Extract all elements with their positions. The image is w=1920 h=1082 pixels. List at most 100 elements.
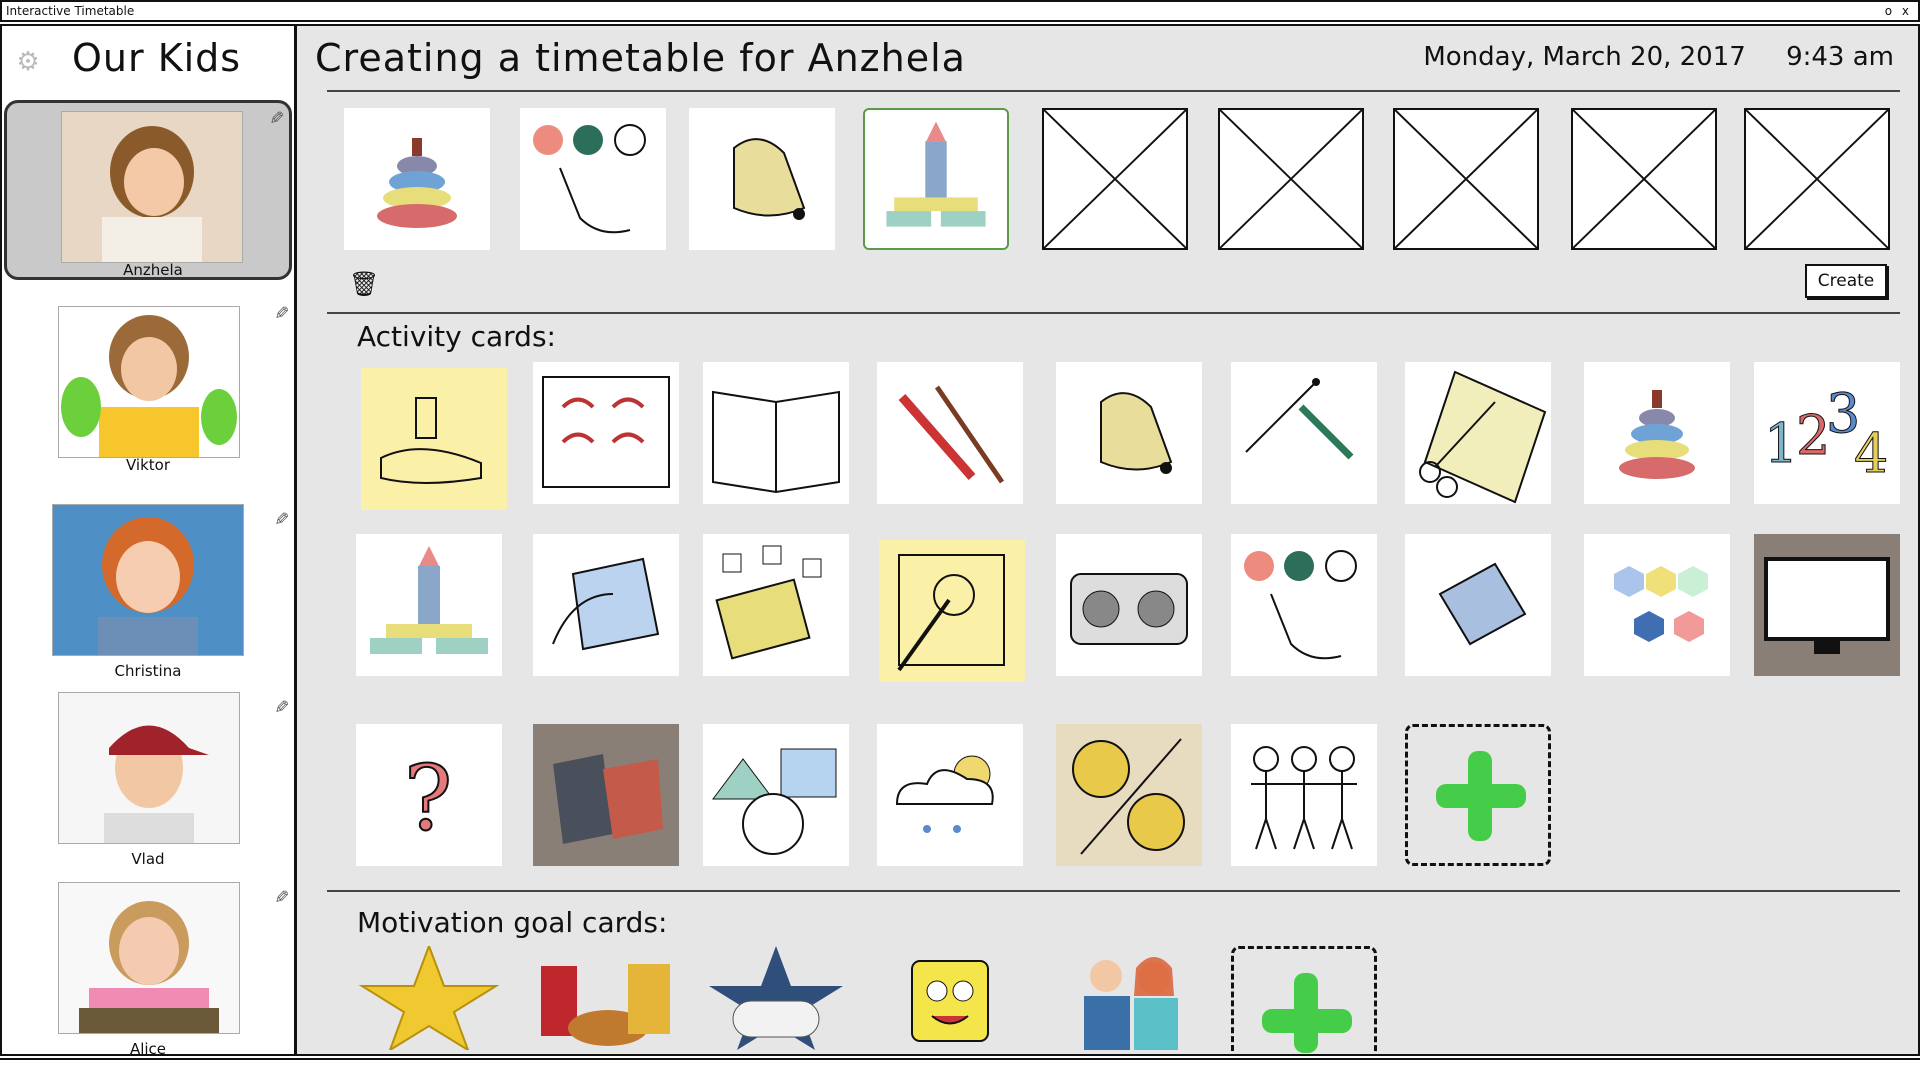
activity-card[interactable] [1231,724,1377,866]
empty-slot-icon [1746,110,1888,248]
activity-card[interactable] [1056,534,1202,676]
activity-card[interactable] [1231,362,1377,504]
timetable-slot-9[interactable] [1744,108,1890,250]
smile-sad-icon [1072,738,1185,855]
activity-card[interactable] [533,724,679,866]
activity-card[interactable] [1231,534,1377,676]
tablet-icon [1438,562,1527,646]
divider [327,890,1900,892]
main-panel: Creating a timetable for Anzhela Monday,… [297,26,1918,1054]
hexagons-icon [1614,566,1708,642]
timetable-slot-6[interactable] [1218,108,1364,250]
motivation-cards-label: Motivation goal cards: [357,906,668,939]
activity-card[interactable] [1584,362,1730,504]
book-icon [712,390,840,494]
puzzle-icon [553,754,663,844]
activity-card[interactable] [877,362,1023,504]
kid-name: Viktor [125,456,170,474]
bell-icon [1100,392,1173,474]
gear-icon[interactable]: ⚙ [14,48,42,76]
timetable-slot-7[interactable] [1393,108,1539,250]
timetable-slot-1[interactable] [344,108,490,250]
motivation-card[interactable] [533,946,679,1050]
bell-icon [733,138,806,220]
page-title: Creating a timetable for Anzhela [315,36,966,80]
activity-card[interactable] [877,724,1023,866]
activity-card[interactable] [1405,534,1551,676]
activity-card[interactable] [1056,362,1202,504]
sponge-cartoon-icon [911,960,989,1042]
activity-card[interactable] [533,534,679,676]
kid-anzhela[interactable]: Anzhela ✎ [4,100,292,280]
motivation-card[interactable] [877,946,1023,1050]
window-controls[interactable]: o x [1885,2,1912,20]
activity-card[interactable] [361,368,507,510]
timetable-slot-5[interactable] [1042,108,1188,250]
hands-icon [380,397,482,484]
kid-viktor[interactable]: Viktor ✎ [2,298,294,478]
avatar [61,111,243,263]
star-icon [358,946,500,1050]
avatar [58,692,240,844]
tower-icon [886,121,986,227]
motivation-card[interactable] [1056,946,1202,1050]
motivation-card[interactable] [356,946,502,1050]
kids-sidebar: ⚙ Our Kids Anzhela ✎ Viktor ✎ Christina … [2,26,297,1058]
shapes-icon [712,748,837,855]
empty-slot-icon [1220,110,1362,248]
fast-food-icon [541,964,670,1046]
numbers-icon: 1234 [1764,382,1889,486]
trash-icon[interactable]: 🗑 [349,270,379,298]
activity-card[interactable]: 1234 [1754,362,1900,504]
motivation-card[interactable] [703,946,849,1050]
plus-icon [1436,784,1526,808]
activity-card[interactable] [356,534,502,676]
kid-christina[interactable]: Christina ✎ [2,504,294,684]
activity-card[interactable]: ? [356,724,502,866]
activity-card[interactable] [703,534,849,676]
parents-icon [1084,957,1178,1050]
activity-card[interactable] [1405,362,1551,504]
timetable-slot-2[interactable] [520,108,666,250]
add-motivation-card-button[interactable] [1231,946,1377,1053]
pyramid-icon [377,138,457,228]
activity-card[interactable] [533,362,679,504]
color-dots-icon [1244,550,1357,660]
letter-blocks-icon [715,545,822,660]
plus-icon [1262,1009,1352,1033]
timetable-slot-4[interactable] [863,108,1009,250]
kid-name: Christina [114,662,182,680]
empty-slot-icon [1044,110,1186,248]
scissors-icon [1419,370,1547,504]
empty-slot-icon [1573,110,1715,248]
datetime: Monday, March 20, 2017 9:43 am [1391,42,1894,72]
tower-icon [370,546,488,654]
kid-alice[interactable]: Alice ✎ [2,882,294,1062]
activity-card[interactable] [1754,534,1900,676]
lacing-board-icon [542,376,670,488]
activity-card[interactable] [1584,534,1730,676]
color-dots-icon [533,124,646,234]
edit-icon[interactable]: ✎ [265,110,286,125]
activity-card[interactable] [1056,724,1202,866]
timetable-slot-8[interactable] [1571,108,1717,250]
current-time: 9:43 am [1786,42,1894,72]
pyramid-icon [1619,390,1695,479]
create-button[interactable]: Create [1805,264,1887,298]
empty-slot-icon [1395,110,1537,248]
activity-card[interactable] [703,362,849,504]
edit-icon[interactable]: ✎ [270,889,291,904]
draw-line-icon [1245,378,1354,460]
wipe-icon [552,557,660,651]
edit-icon[interactable]: ✎ [270,699,291,714]
edit-icon[interactable]: ✎ [270,305,291,320]
sidebar-header: ⚙ Our Kids [2,26,294,96]
avatar [58,306,240,458]
activity-card[interactable] [879,540,1025,682]
activity-card[interactable] [703,724,849,866]
edit-icon[interactable]: ✎ [270,511,291,526]
timetable-slot-3[interactable] [689,108,835,250]
kid-vlad[interactable]: Vlad ✎ [2,692,294,872]
weather-icon [895,755,994,833]
add-activity-card-button[interactable] [1405,724,1551,866]
